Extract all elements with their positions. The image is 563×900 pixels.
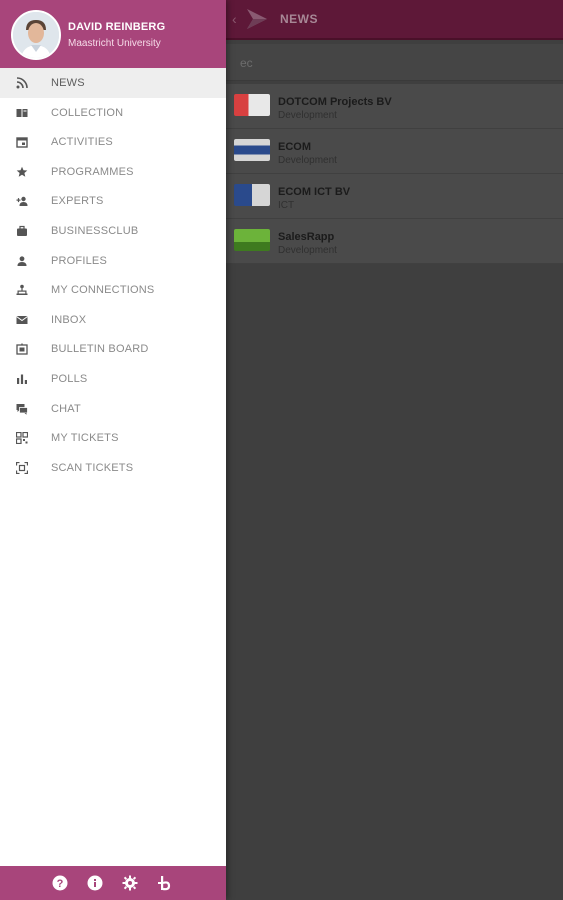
- menu-label: POLLS: [51, 372, 88, 385]
- briefcase-icon: [16, 225, 28, 237]
- chat-icon: [16, 403, 28, 415]
- scan-icon: [16, 461, 28, 474]
- person-add-icon: [16, 195, 28, 207]
- settings-icon[interactable]: [122, 875, 138, 891]
- list-item[interactable]: ECOM Development: [226, 129, 563, 174]
- menu-label: BUSINESSCLUB: [51, 224, 139, 237]
- menu-label: NEWS: [51, 77, 85, 89]
- person-icon: [16, 255, 28, 267]
- app-logo-icon: [247, 9, 267, 29]
- company-name: SalesRapp: [278, 231, 335, 243]
- menu-label: PROGRAMMES: [51, 165, 134, 178]
- menu-label: INBOX: [51, 313, 87, 326]
- navigation-drawer: DAVID REINBERG Maastricht University NEW…: [0, 0, 226, 900]
- menu-item-polls[interactable]: POLLS: [0, 364, 226, 394]
- rss-icon: [16, 77, 28, 89]
- results-list: DOTCOM Projects BV Development ECOM Deve…: [226, 84, 563, 264]
- menu-label: MY TICKETS: [51, 432, 119, 445]
- menu-item-collection[interactable]: COLLECTION: [0, 98, 226, 128]
- user-name: DAVID REINBERG: [68, 21, 166, 33]
- menu-item-experts[interactable]: EXPERTS: [0, 186, 226, 216]
- list-item[interactable]: ECOM ICT BV ICT: [226, 174, 563, 219]
- mail-icon: [16, 314, 28, 326]
- brand-icon[interactable]: [157, 875, 173, 891]
- drawer-menu: NEWS COLLECTION ACTIVITIES PROGRAMMES EX…: [0, 68, 226, 482]
- drawer-header: DAVID REINBERG Maastricht University: [0, 0, 226, 68]
- menu-label: BULLETIN BOARD: [51, 343, 149, 356]
- hierarchy-icon: [16, 284, 28, 296]
- menu-label: PROFILES: [51, 254, 108, 267]
- svg-text:?: ?: [57, 878, 64, 890]
- qr-icon: [16, 432, 28, 445]
- list-item[interactable]: DOTCOM Projects BV Development: [226, 84, 563, 129]
- list-item[interactable]: SalesRapp Development: [226, 219, 563, 264]
- search-field[interactable]: ec: [226, 44, 563, 81]
- bar-chart-icon: [16, 373, 28, 385]
- menu-label: CHAT: [51, 402, 81, 415]
- company-name: DOTCOM Projects BV: [278, 96, 392, 108]
- company-logo: [234, 229, 270, 251]
- menu-item-inbox[interactable]: INBOX: [0, 305, 226, 335]
- calendar-icon: [16, 136, 28, 148]
- company-category: ICT: [278, 200, 295, 211]
- company-logo: [234, 94, 270, 116]
- board-icon: [16, 343, 28, 355]
- company-category: Development: [278, 155, 337, 166]
- company-category: Development: [278, 110, 337, 121]
- menu-item-my-connections[interactable]: MY CONNECTIONS: [0, 275, 226, 305]
- menu-label: COLLECTION: [51, 106, 124, 119]
- user-organization: Maastricht University: [68, 38, 161, 49]
- company-name: ECOM ICT BV: [278, 186, 351, 198]
- book-icon: [16, 107, 28, 119]
- menu-label: MY CONNECTIONS: [51, 284, 155, 297]
- company-category: Development: [278, 245, 337, 256]
- menu-item-news[interactable]: NEWS: [0, 68, 226, 98]
- menu-item-programmes[interactable]: PROGRAMMES: [0, 157, 226, 187]
- menu-item-my-tickets[interactable]: MY TICKETS: [0, 423, 226, 453]
- company-name: ECOM: [278, 141, 311, 153]
- menu-item-chat[interactable]: CHAT: [0, 394, 226, 424]
- avatar[interactable]: [11, 10, 61, 60]
- menu-label: EXPERTS: [51, 195, 104, 208]
- company-logo: [234, 184, 270, 206]
- company-logo: [234, 139, 270, 161]
- star-icon: [16, 166, 28, 178]
- drawer-footer: ?: [0, 866, 226, 900]
- menu-item-activities[interactable]: ACTIVITIES: [0, 127, 226, 157]
- back-chevron-icon[interactable]: ‹: [232, 11, 237, 27]
- menu-label: ACTIVITIES: [51, 136, 113, 149]
- menu-item-scan-tickets[interactable]: SCAN TICKETS: [0, 453, 226, 483]
- menu-item-businessclub[interactable]: BUSINESSCLUB: [0, 216, 226, 246]
- menu-item-bulletin-board[interactable]: BULLETIN BOARD: [0, 334, 226, 364]
- menu-label: SCAN TICKETS: [51, 461, 134, 474]
- help-icon[interactable]: ?: [52, 875, 68, 891]
- info-icon[interactable]: [87, 875, 103, 891]
- page-title: NEWS: [280, 12, 318, 26]
- search-query: ec: [240, 56, 253, 70]
- menu-item-profiles[interactable]: PROFILES: [0, 246, 226, 276]
- user-photo-icon: [13, 12, 59, 58]
